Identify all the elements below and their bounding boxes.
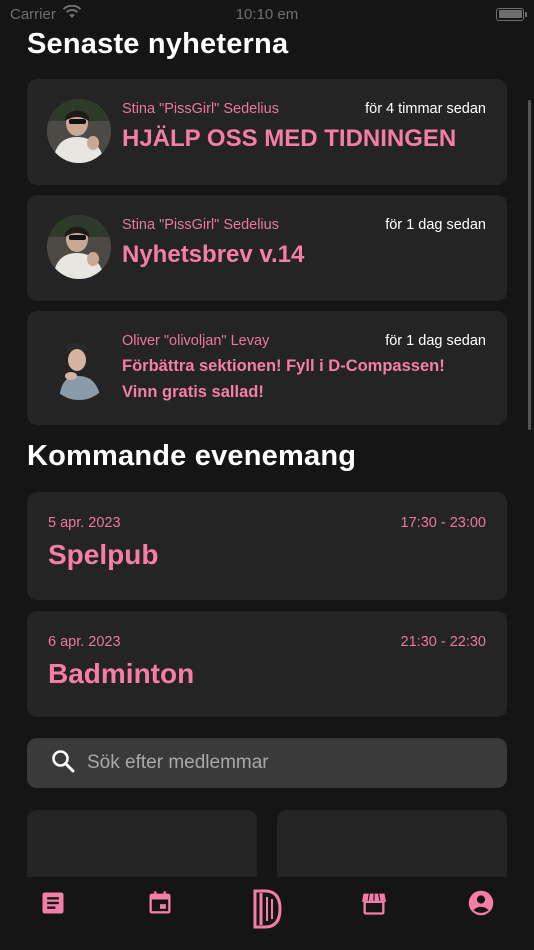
events-heading: Kommande evenemang	[27, 440, 357, 472]
avatar	[47, 336, 111, 400]
event-date: 6 apr. 2023	[48, 634, 121, 650]
store-icon	[360, 889, 388, 922]
member-search-bar[interactable]	[27, 738, 507, 788]
avatar	[47, 99, 111, 163]
event-time: 17:30 - 23:00	[400, 515, 486, 531]
news-time: för 1 dag sedan	[385, 333, 486, 349]
tab-profile[interactable]	[451, 889, 511, 939]
news-time: för 4 timmar sedan	[365, 101, 486, 117]
tab-news[interactable]	[23, 889, 83, 939]
carrier-label: Carrier	[10, 5, 56, 23]
tab-home[interactable]	[237, 889, 297, 939]
event-time: 21:30 - 22:30	[400, 634, 486, 650]
search-input[interactable]	[87, 752, 467, 774]
news-title: HJÄLP OSS MED TIDNINGEN	[122, 125, 457, 152]
event-card[interactable]: 6 apr. 2023 21:30 - 22:30 Badminton	[27, 611, 507, 717]
search-icon	[51, 749, 75, 778]
d-logo-icon	[252, 889, 282, 934]
news-card[interactable]: Stina "PissGirl" Sedelius för 4 timmar s…	[27, 79, 507, 185]
wifi-icon	[62, 4, 82, 23]
news-time: för 1 dag sedan	[385, 217, 486, 233]
tab-store[interactable]	[344, 889, 404, 939]
news-author: Stina "PissGirl" Sedelius	[122, 217, 279, 233]
tab-bar	[0, 877, 534, 950]
scroll-indicator[interactable]	[528, 100, 531, 430]
news-card[interactable]: Stina "PissGirl" Sedelius för 1 dag seda…	[27, 195, 507, 301]
event-card[interactable]: 5 apr. 2023 17:30 - 23:00 Spelpub	[27, 492, 507, 600]
article-icon	[39, 889, 67, 922]
status-bar: Carrier 10:10 em	[0, 0, 534, 28]
event-name: Spelpub	[48, 539, 159, 570]
news-card[interactable]: Oliver "olivoljan" Levay för 1 dag sedan…	[27, 311, 507, 425]
event-name: Badminton	[48, 658, 195, 689]
avatar	[47, 215, 111, 279]
event-date: 5 apr. 2023	[48, 515, 121, 531]
tab-events[interactable]	[130, 889, 190, 939]
calendar-icon	[146, 889, 174, 922]
battery-icon	[496, 7, 527, 21]
news-author: Stina "PissGirl" Sedelius	[122, 101, 279, 117]
news-heading: Senaste nyheterna	[27, 28, 289, 60]
news-author: Oliver "olivoljan" Levay	[122, 333, 270, 349]
home-screen: Carrier 10:10 em Senaste nyheterna Stina…	[0, 0, 534, 950]
news-title: Förbättra sektionen! Fyll i D-Compassen!…	[122, 357, 445, 401]
account-icon	[467, 889, 495, 922]
news-title: Nyhetsbrev v.14	[122, 241, 305, 268]
